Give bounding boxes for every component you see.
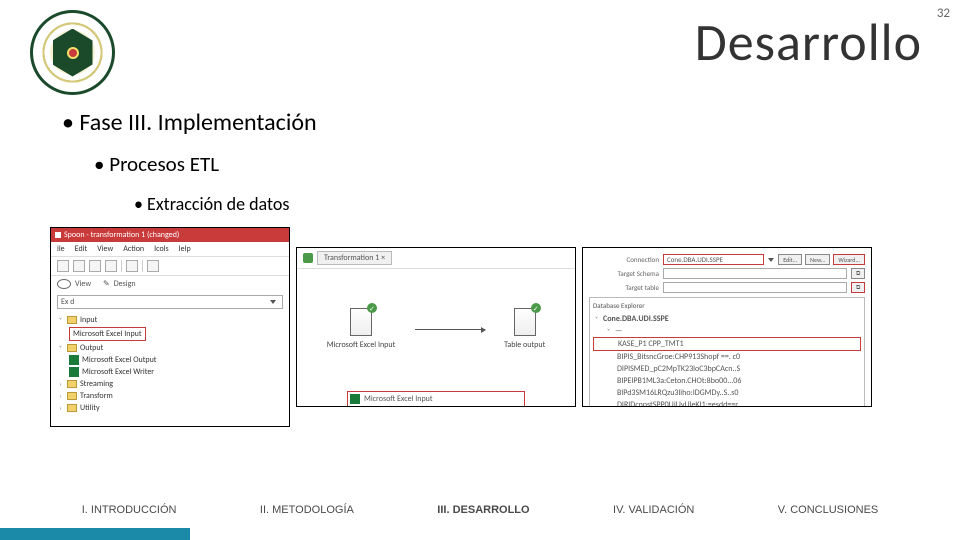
schema-label: Target Schema bbox=[589, 269, 659, 278]
table-label: Target table bbox=[589, 283, 659, 292]
slide-footer: I. INTRODUCCIÓN II. METODOLOGÍA III. DES… bbox=[0, 498, 960, 540]
toolbar-btn-save[interactable] bbox=[89, 260, 101, 272]
excel-icon bbox=[69, 367, 79, 377]
db-schema[interactable]: — bbox=[615, 326, 622, 336]
bullet-level3: Extracción de datos bbox=[134, 193, 910, 215]
menu-edit[interactable]: Edit bbox=[75, 244, 88, 254]
explorer-title: Database Explorer bbox=[593, 301, 861, 310]
flow-node-target[interactable]: ✓ Table output bbox=[504, 308, 545, 350]
folder-icon bbox=[67, 316, 77, 324]
browse-icon[interactable]: ⧉ bbox=[851, 268, 865, 279]
search-box[interactable]: Ex d bbox=[57, 295, 283, 309]
figures-row: Spoon - transformation 1 (changed) ile E… bbox=[0, 227, 960, 427]
toolbar-btn-a[interactable] bbox=[126, 260, 138, 272]
db-item[interactable]: DIRIDcnpstSPP0UjUyUleKI1:=esdd==r bbox=[593, 399, 861, 407]
page-number: 32 bbox=[937, 6, 950, 21]
bottom-highlight: Microsoft Excel Input bbox=[347, 391, 525, 407]
view-icon bbox=[57, 279, 71, 289]
figure-spoon-tree: Spoon - transformation 1 (changed) ile E… bbox=[50, 227, 290, 427]
nav-desarrollo: III. DESARROLLO bbox=[437, 504, 529, 516]
schema-field[interactable] bbox=[663, 268, 847, 279]
menu-file[interactable]: ile bbox=[57, 244, 65, 254]
tree-output[interactable]: Output bbox=[80, 343, 103, 353]
step-tree: ˅Input Microsoft Excel Input ˅Output Mic… bbox=[51, 312, 289, 420]
canvas-tabbar: Transformation 1 × bbox=[297, 248, 575, 269]
excel-icon bbox=[69, 355, 79, 365]
menu-help[interactable]: Ielp bbox=[179, 244, 191, 254]
active-tab[interactable]: Transformation 1 × bbox=[317, 251, 392, 265]
table-field[interactable] bbox=[663, 282, 847, 293]
node-right-label: Table output bbox=[504, 340, 545, 350]
slide-header: 32 Desarrollo bbox=[0, 0, 960, 90]
bottom-label-text: Microsoft Excel Input bbox=[364, 394, 433, 404]
nav-validacion: IV. VALIDACIÓN bbox=[613, 504, 694, 516]
db-root[interactable]: Cone.DBA.UDI.SSPE bbox=[603, 314, 669, 324]
edit-button[interactable]: Edit... bbox=[778, 254, 802, 265]
figure-flow-canvas: Transformation 1 × ✓ Microsoft Excel Inp… bbox=[296, 247, 576, 407]
check-icon: ✓ bbox=[531, 303, 541, 313]
db-item[interactable]: BlPd3SM16LRQzu3liho:IDGMDy..S..s0 bbox=[593, 387, 861, 399]
toolbar-btn-new[interactable] bbox=[57, 260, 69, 272]
dropdown-icon bbox=[270, 300, 276, 304]
tree-out2[interactable]: Microsoft Excel Writer bbox=[82, 367, 154, 377]
tab-view[interactable]: View bbox=[75, 279, 91, 289]
db-explorer: Database Explorer ˅Cone.DBA.UDI.SSPE ˅— … bbox=[589, 297, 865, 407]
app-icon bbox=[55, 232, 61, 238]
toolbar-btn-saveas[interactable] bbox=[105, 260, 117, 272]
folder-icon bbox=[67, 404, 77, 412]
toolbar-btn-open[interactable] bbox=[73, 260, 85, 272]
nav-conclusiones: V. CONCLUSIONES bbox=[778, 504, 878, 516]
nav-intro: I. INTRODUCCIÓN bbox=[82, 504, 177, 516]
new-button[interactable]: New... bbox=[805, 254, 830, 265]
tree-transform[interactable]: Transform bbox=[80, 391, 113, 401]
tab-design[interactable]: Design bbox=[114, 279, 136, 289]
toolbar-btn-b[interactable] bbox=[147, 260, 159, 272]
conn-field[interactable]: Cone.DBA.UDI.SSPE bbox=[663, 254, 764, 265]
browse-icon-highlight[interactable]: ⧉ bbox=[851, 282, 865, 293]
flow-node-source[interactable]: ✓ Microsoft Excel Input bbox=[327, 308, 396, 350]
content-body: Fase III. Implementación Procesos ETL Ex… bbox=[0, 90, 960, 215]
tree-excel-input-highlight[interactable]: Microsoft Excel Input bbox=[69, 327, 146, 341]
footer-accent-bar bbox=[0, 528, 190, 540]
wizard-button[interactable]: Wizard... bbox=[833, 254, 865, 265]
figure-db-connection: Connection Cone.DBA.UDI.SSPE Edit... New… bbox=[582, 247, 872, 407]
conn-label: Connection bbox=[589, 255, 659, 264]
flow-arrow bbox=[415, 329, 485, 330]
menu-view[interactable]: View bbox=[97, 244, 113, 254]
db-item[interactable]: BIPEIPB1ML3a:Ceton.CHOt:8bo00...06 bbox=[593, 375, 861, 387]
excel-icon bbox=[350, 394, 360, 404]
nav-metodologia: II. METODOLOGÍA bbox=[260, 504, 354, 516]
folder-icon bbox=[67, 344, 77, 352]
tree-streaming[interactable]: Streaming bbox=[80, 379, 113, 389]
window-title-text: Spoon - transformation 1 (changed) bbox=[64, 230, 179, 240]
footer-nav: I. INTRODUCCIÓN II. METODOLOGÍA III. DES… bbox=[0, 498, 960, 516]
menu-tools[interactable]: Icols bbox=[154, 244, 169, 254]
page-title: Desarrollo bbox=[695, 10, 922, 74]
bullet-level2: Procesos ETL bbox=[94, 151, 910, 177]
db-item-highlight[interactable]: KASE_P1 CPP_TMT1 bbox=[593, 337, 861, 351]
tree-input[interactable]: Input bbox=[80, 315, 97, 325]
menu-action[interactable]: Action bbox=[123, 244, 144, 254]
folder-icon bbox=[67, 392, 77, 400]
spoon-window-title: Spoon - transformation 1 (changed) bbox=[51, 228, 289, 242]
panel-tabs: View ✎ Design bbox=[51, 276, 289, 292]
folder-icon bbox=[67, 380, 77, 388]
toolbar-sep bbox=[142, 260, 143, 272]
node-left-label: Microsoft Excel Input bbox=[327, 340, 396, 350]
check-icon: ✓ bbox=[367, 303, 377, 313]
tree-out1[interactable]: Microsoft Excel Output bbox=[82, 355, 156, 365]
tree-utility[interactable]: Utility bbox=[80, 403, 100, 413]
university-logo bbox=[30, 10, 115, 95]
db-item[interactable]: BIPIS_BitsncGroe:CHP913Shopf ==. c0 bbox=[593, 351, 861, 363]
bullet-level1: Fase III. Implementación bbox=[62, 108, 910, 137]
db-item[interactable]: DIPISMED_pC2MpTK23loC3bpCAcn..S bbox=[593, 363, 861, 375]
search-text: Ex d bbox=[61, 297, 74, 307]
toolbar-sep bbox=[121, 260, 122, 272]
run-icon[interactable] bbox=[303, 253, 313, 263]
spoon-menu-bar: ile Edit View Action Icols Ielp bbox=[51, 242, 289, 257]
dropdown-icon[interactable] bbox=[768, 258, 774, 262]
spoon-toolbar bbox=[51, 257, 289, 276]
